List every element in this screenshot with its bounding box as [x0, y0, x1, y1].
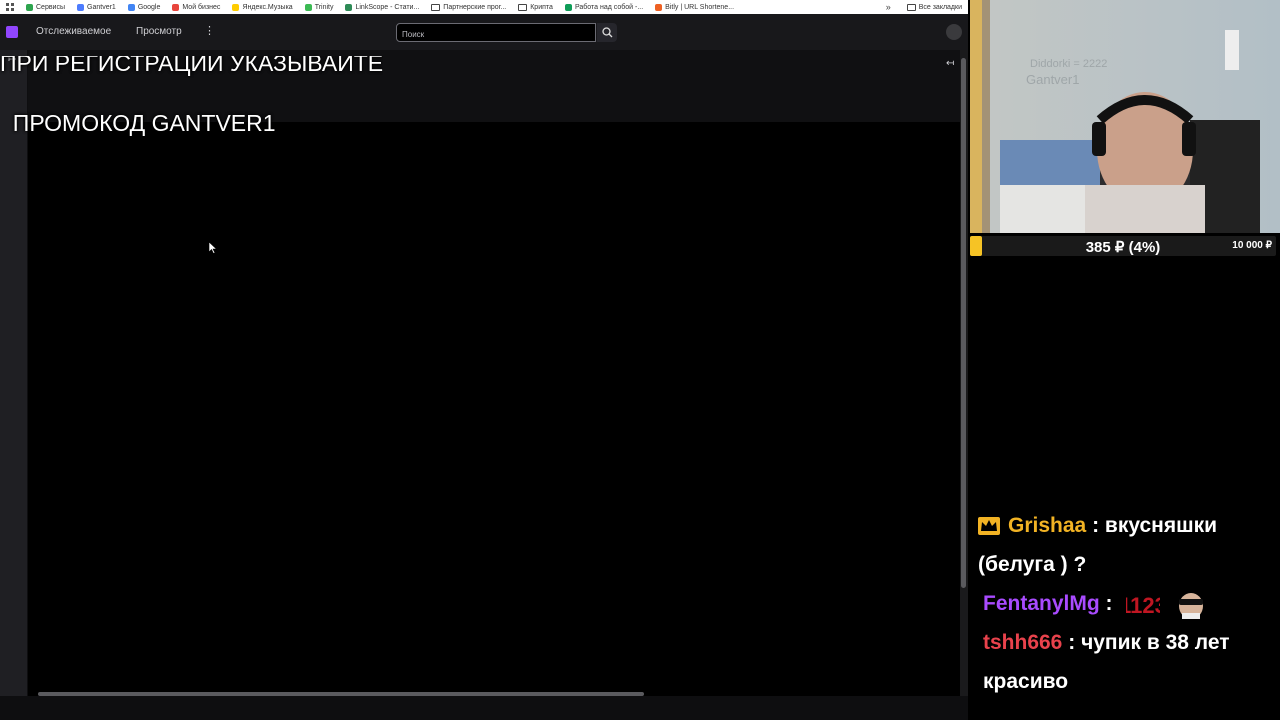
all-bookmarks-label: Все закладки: [918, 3, 962, 11]
chat-username: Grishaa: [1008, 514, 1087, 537]
chat-separator: :: [1068, 631, 1076, 654]
donation-goal-target: 10 000 ₽: [1232, 240, 1272, 251]
bookmark-item[interactable]: Партнерские прог...: [425, 0, 512, 14]
chat-username: tshh666: [983, 631, 1063, 654]
bookmark-label: Работа над собой -...: [574, 3, 644, 11]
bookmark-item[interactable]: Bitly | URL Shortene...: [649, 0, 740, 14]
folder-icon: [518, 3, 528, 11]
search-button[interactable]: [597, 23, 617, 42]
chat-username: FentanylMg: [983, 592, 1100, 615]
bookmark-label: Партнерские прог...: [443, 3, 507, 11]
chat-separator: :: [1092, 514, 1100, 537]
donation-goal-current: 385 ₽ (4%): [1085, 239, 1161, 256]
horizontal-scrollbar-thumb[interactable]: [38, 692, 644, 696]
search-icon: [601, 27, 612, 38]
side-navigation: ↦: [0, 50, 27, 696]
bottom-strip: [0, 696, 968, 720]
vertical-scrollbar-thumb[interactable]: [961, 58, 966, 588]
bookmark-item[interactable]: Работа над собой -...: [559, 0, 649, 14]
search-box: [396, 23, 605, 43]
folder-icon: [906, 3, 916, 11]
promo-line-2: ПРОМОКОД GANTVER1: [12, 110, 276, 136]
collapse-chat-icon[interactable]: ↤: [946, 58, 954, 69]
bookmark-item[interactable]: Крипта: [512, 0, 559, 14]
promo-overlay: ПРИ РЕГИСТРАЦИИ УКАЗЫВАЙТЕ ПРОМОКОД GANT…: [0, 0, 383, 138]
bookmark-favicon-icon: [655, 3, 663, 11]
chat-message: Grishaa : вкусняшки (белуга ) ?: [978, 506, 1278, 584]
bookmark-favicon-icon: [564, 3, 572, 11]
search-input[interactable]: [397, 26, 605, 43]
chat-message: FentanylMg : 1123: [978, 584, 1278, 623]
chat-separator: :: [1105, 592, 1113, 615]
emote-1123: 1123: [1126, 593, 1160, 618]
mouse-cursor-icon: [209, 242, 217, 254]
bookmark-label: Bitly | URL Shortene...: [665, 3, 735, 11]
svg-text:1123: 1123: [1126, 593, 1160, 618]
promo-line-1: ПРИ РЕГИСТРАЦИИ УКАЗЫВАЙТЕ: [0, 56, 384, 76]
webcam-image: [970, 0, 1280, 233]
emote-sunglasses-face: [1179, 593, 1204, 620]
donation-goal-bar: 385 ₽ (4%) 10 000 ₽: [970, 236, 1276, 256]
all-bookmarks-folder[interactable]: Все закладки: [901, 0, 968, 14]
bookmark-label: Крипта: [530, 3, 553, 11]
webcam-feed: Diddorki = 2222 Gantver1: [970, 0, 1280, 233]
chat-overlay: Grishaa : вкусняшки (белуга ) ? Fentanyl…: [978, 506, 1278, 701]
chat-message: tshh666 : чупик в 38 лет красиво: [978, 623, 1278, 701]
main-content: [28, 122, 960, 696]
crown-icon: [978, 517, 1000, 536]
user-avatar[interactable]: [946, 24, 962, 40]
wall-text-2: Gantver1: [1026, 72, 1080, 87]
wall-text-1: Diddorki = 2222: [1030, 58, 1108, 70]
folder-icon: [431, 3, 441, 11]
more-bookmarks-icon[interactable]: »: [876, 2, 901, 12]
